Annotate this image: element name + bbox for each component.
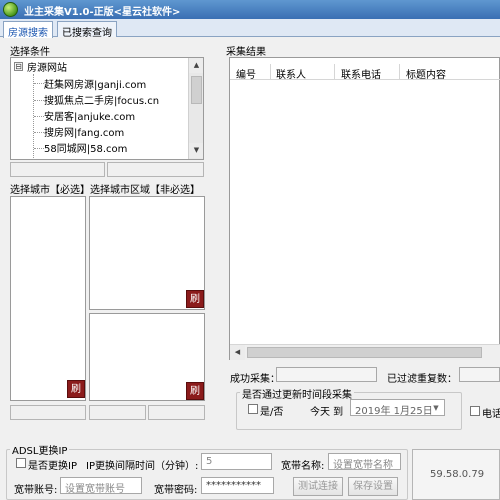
bb-name-input[interactable]: 设置宽带名称 bbox=[328, 453, 401, 470]
filtered-count-field bbox=[459, 367, 500, 382]
tree-vscrollbar[interactable]: ▲ ▼ bbox=[188, 58, 203, 159]
tab-searched-query[interactable]: 已搜索查询 bbox=[57, 21, 117, 39]
col-separator bbox=[270, 64, 271, 80]
change-ip-label: 是否更换IP bbox=[28, 461, 77, 472]
tab-house-search[interactable]: 房源搜索 bbox=[3, 21, 53, 39]
window-title: 业主采集V1.0-正版<星云社软件> bbox=[24, 7, 181, 18]
selected-area-list[interactable]: 刷 bbox=[89, 313, 205, 401]
selected-status-box bbox=[148, 405, 205, 420]
filter-box-right[interactable] bbox=[107, 162, 204, 177]
schedule-label: 是否通过更新时间段采集 bbox=[240, 386, 354, 401]
area-list[interactable]: 刷 bbox=[89, 196, 205, 310]
city-status-box bbox=[10, 405, 86, 420]
col-contact[interactable]: 联系人 bbox=[276, 66, 306, 81]
area-status-box bbox=[89, 405, 146, 420]
refresh-city-button[interactable]: 刷 bbox=[67, 380, 85, 398]
tree-branch bbox=[34, 83, 44, 84]
bb-password-label: 宽带密码: bbox=[154, 485, 198, 496]
tree-item-58[interactable]: 58同城网|58.com bbox=[44, 140, 127, 156]
conditions-label: 选择条件 bbox=[10, 47, 50, 58]
title-bar: 业主采集V1.0-正版<星云社软件> bbox=[0, 0, 500, 19]
col-id[interactable]: 编号 bbox=[236, 66, 256, 81]
schedule-checkbox[interactable] bbox=[248, 404, 258, 414]
date-picker[interactable]: 2019年 1月25日 ▼ bbox=[350, 399, 445, 416]
tree-item-anjuke[interactable]: 安居客|anjuke.com bbox=[44, 108, 135, 124]
success-count-field bbox=[276, 367, 377, 382]
col-separator bbox=[399, 64, 400, 80]
schedule-yes-no-label: 是/否 bbox=[260, 407, 284, 418]
filtered-count-label: 已过滤重复数： bbox=[387, 374, 457, 385]
bb-account-input[interactable]: 设置宽带账号 bbox=[60, 477, 142, 494]
scroll-left-icon[interactable]: ◀ bbox=[230, 345, 245, 360]
tree-branch bbox=[34, 116, 44, 117]
dropdown-arrow-icon[interactable]: ▼ bbox=[428, 400, 444, 415]
city-area-label: 选择城市【必选】选择城市区域【非必选】 bbox=[10, 185, 200, 196]
site-tree[interactable]: ⊟ 房源网站 赶集网房源|ganji.com 搜狐焦点二手房|focus.cn … bbox=[10, 57, 204, 160]
tree-item-ganji[interactable]: 赶集网房源|ganji.com bbox=[44, 76, 146, 92]
test-connection-button[interactable]: 测试连接 bbox=[293, 477, 343, 496]
interval-label: IP更换间隔时间（分钟）: bbox=[86, 461, 199, 472]
col-separator bbox=[334, 64, 335, 80]
scroll-thumb[interactable] bbox=[191, 76, 202, 104]
phone-checkbox[interactable] bbox=[470, 406, 480, 416]
results-label: 采集结果 bbox=[226, 47, 266, 58]
interval-input[interactable]: 5 bbox=[201, 453, 272, 470]
results-hscrollbar[interactable]: ◀ bbox=[230, 344, 500, 360]
results-table[interactable]: 编号 联系人 联系电话 标题内容 ◀ bbox=[229, 57, 500, 360]
app-logo-icon bbox=[3, 2, 18, 17]
tree-item-fang[interactable]: 搜房网|fang.com bbox=[44, 124, 124, 140]
bb-password-input[interactable]: *********** bbox=[201, 477, 274, 494]
filter-box-left[interactable] bbox=[10, 162, 105, 177]
tree-root-item[interactable]: 房源网站 bbox=[27, 59, 67, 75]
scroll-thumb[interactable] bbox=[247, 347, 482, 358]
col-phone[interactable]: 联系电话 bbox=[341, 66, 381, 81]
refresh-selected-button[interactable]: 刷 bbox=[186, 382, 204, 400]
today-to-label: 今天 到 bbox=[310, 407, 344, 418]
change-ip-checkbox[interactable] bbox=[16, 458, 26, 468]
phone-checkbox-label: 电话 bbox=[482, 409, 500, 420]
ip-address-value: 59.58.0.79 bbox=[430, 469, 485, 480]
bb-name-label: 宽带名称: bbox=[281, 461, 325, 472]
results-header-row: 编号 联系人 联系电话 标题内容 bbox=[230, 64, 500, 81]
tree-branch bbox=[34, 100, 44, 101]
bb-account-label: 宽带账号: bbox=[14, 485, 58, 496]
ip-display-panel: 59.58.0.79 bbox=[412, 449, 500, 500]
tab-strip: 房源搜索 已搜索查询 bbox=[0, 19, 500, 39]
tree-branch bbox=[34, 148, 44, 149]
tree-item-focus[interactable]: 搜狐焦点二手房|focus.cn bbox=[44, 92, 159, 108]
save-settings-button[interactable]: 保存设置 bbox=[348, 477, 398, 496]
scroll-up-icon[interactable]: ▲ bbox=[189, 58, 203, 73]
adsl-group-label: ADSL更换IP bbox=[10, 442, 70, 457]
collapse-toggle-icon[interactable]: ⊟ bbox=[14, 62, 23, 71]
col-title[interactable]: 标题内容 bbox=[406, 66, 446, 81]
tree-branch bbox=[34, 132, 44, 133]
date-value: 2019年 1月25日 bbox=[355, 406, 433, 416]
success-count-label: 成功采集： bbox=[230, 374, 280, 385]
city-list[interactable]: 刷 bbox=[10, 196, 86, 401]
refresh-area-button[interactable]: 刷 bbox=[186, 290, 204, 308]
scroll-down-icon[interactable]: ▼ bbox=[189, 143, 203, 158]
